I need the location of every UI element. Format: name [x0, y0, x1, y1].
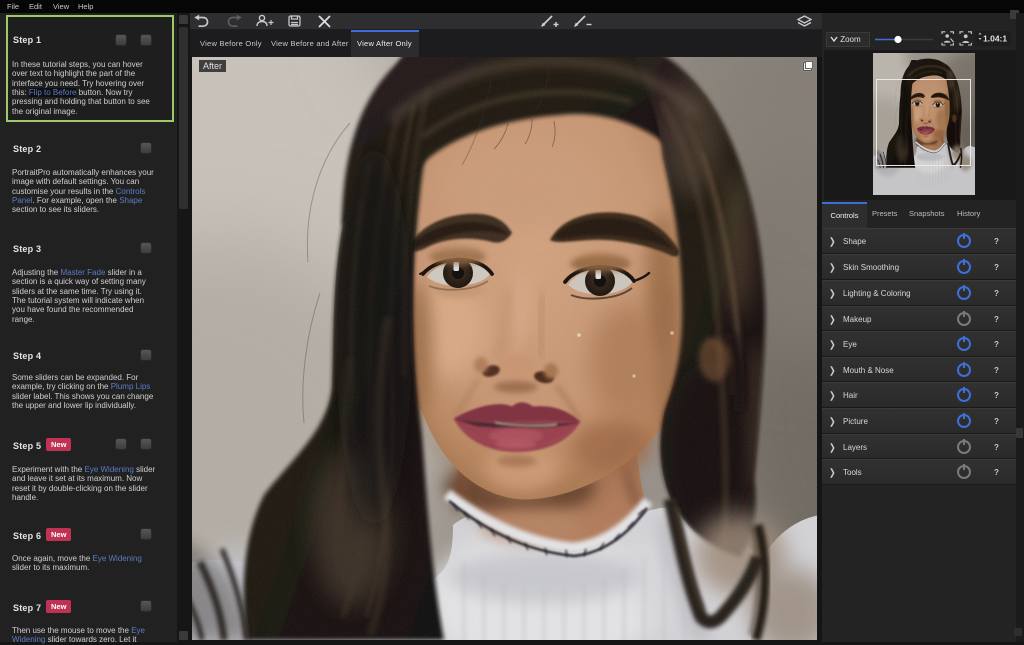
- svg-text:1.04:1: 1.04:1: [983, 34, 1007, 44]
